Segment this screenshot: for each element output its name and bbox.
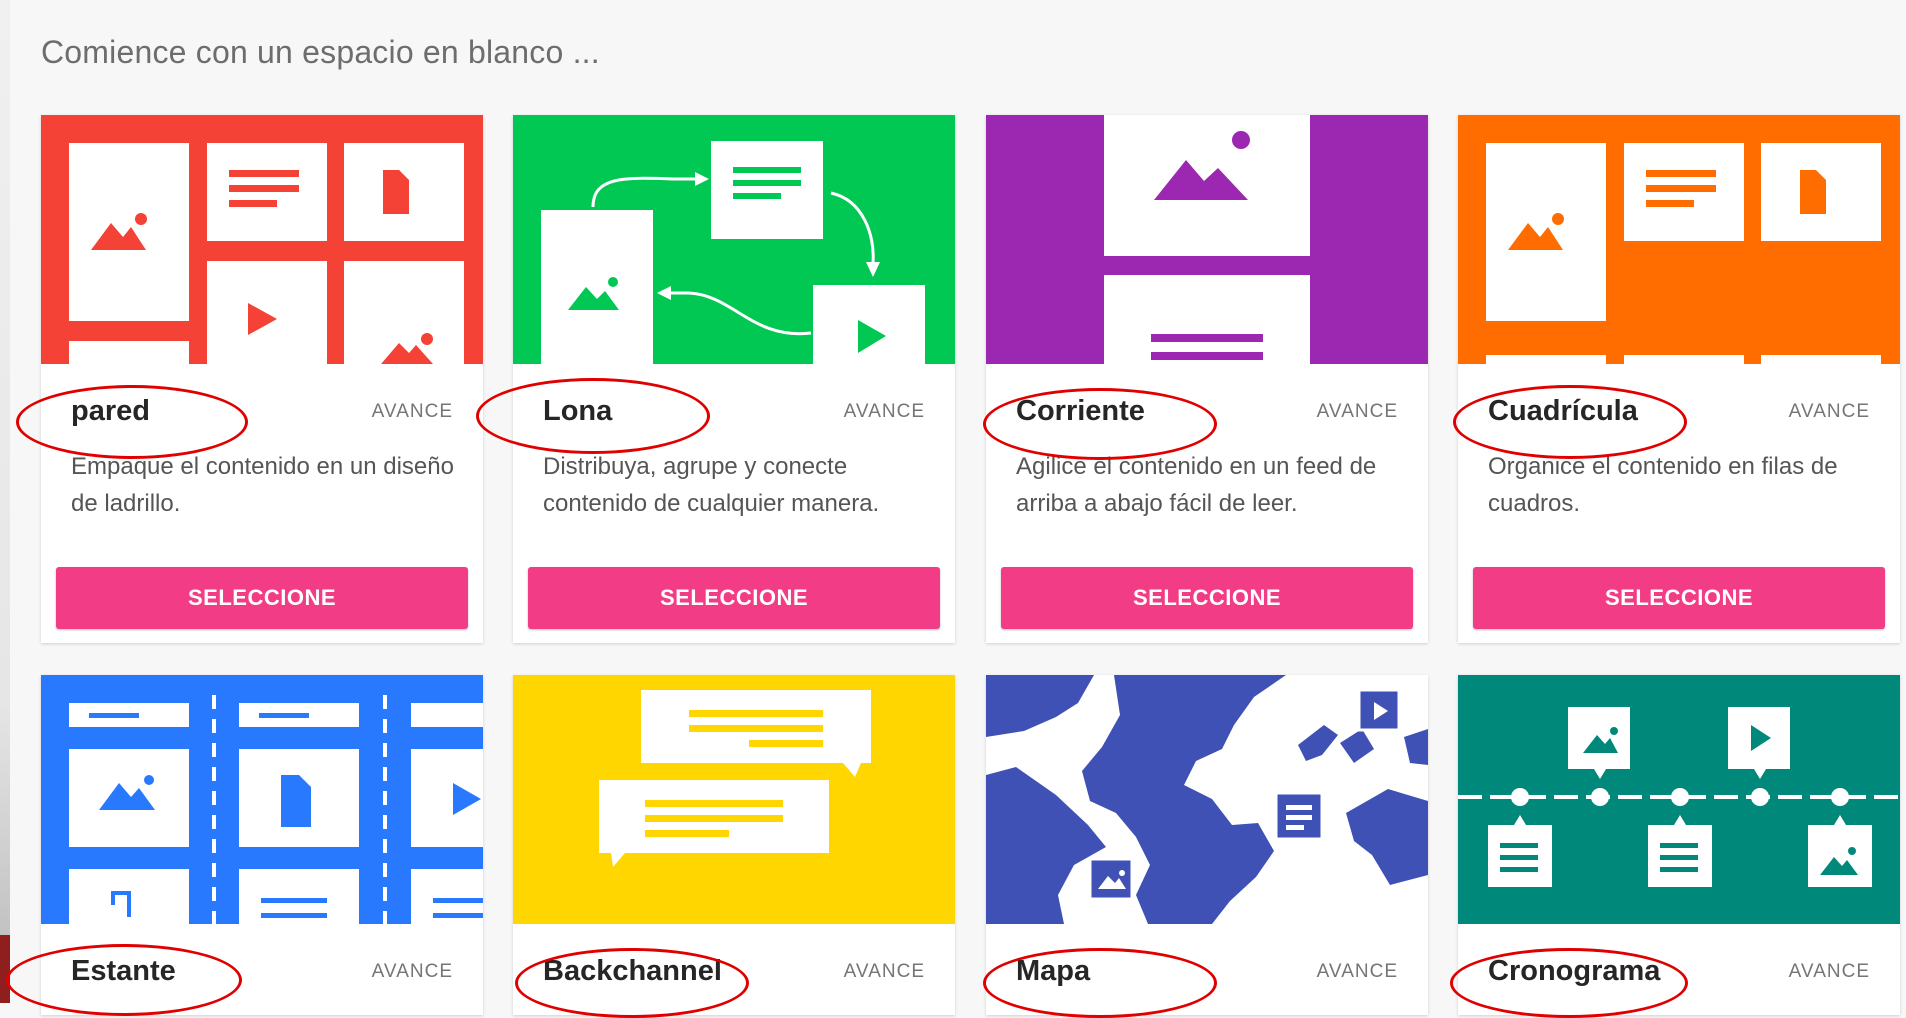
card-description: Distribuya, agrupe y conecte contenido d… [543, 453, 880, 517]
preview-link[interactable]: AVANCE [1789, 961, 1870, 983]
shelf-illustration [41, 675, 483, 924]
canvas-illustration [513, 115, 955, 364]
layout-card-cronograma[interactable]: Cronograma AVANCE [1458, 675, 1900, 1015]
window-edge [0, 0, 10, 1003]
stream-illustration [986, 115, 1428, 364]
select-button[interactable]: SELECCIONE [528, 567, 940, 629]
preview-link[interactable]: AVANCE [1317, 401, 1398, 423]
layout-card-estante[interactable]: Estante AVANCE [41, 675, 483, 1015]
backchannel-illustration [513, 675, 955, 924]
card-title: Cronograma [1488, 955, 1661, 987]
card-description: Empaque el contenido en un diseño de lad… [71, 453, 454, 517]
card-title: Mapa [1016, 955, 1091, 987]
layout-card-backchannel[interactable]: Backchannel AVANCE [513, 675, 955, 1015]
card-title: Cuadrícula [1488, 395, 1638, 427]
page-heading: Comience con un espacio en blanco ... [41, 34, 600, 70]
timeline-illustration [1458, 675, 1900, 924]
grid-illustration [1458, 115, 1900, 364]
card-description: Organice el contenido en filas de cuadro… [1488, 453, 1838, 517]
card-description: Agilice el contenido en un feed de arrib… [1016, 453, 1377, 517]
preview-link[interactable]: AVANCE [1789, 401, 1870, 423]
card-title: Corriente [1016, 395, 1145, 427]
layout-card-corriente[interactable]: Corriente AVANCE Agilice el contenido en… [986, 115, 1428, 643]
preview-link[interactable]: AVANCE [372, 961, 453, 983]
map-illustration [986, 675, 1428, 924]
preview-link[interactable]: AVANCE [844, 961, 925, 983]
select-button[interactable]: SELECCIONE [1001, 567, 1413, 629]
preview-link[interactable]: AVANCE [372, 401, 453, 423]
card-title: Estante [71, 955, 176, 987]
layout-card-pared[interactable]: pared AVANCE Empaque el contenido en un … [41, 115, 483, 643]
select-button[interactable]: SELECCIONE [1473, 567, 1885, 629]
preview-link[interactable]: AVANCE [844, 401, 925, 423]
layout-card-mapa[interactable]: Mapa AVANCE [986, 675, 1428, 1015]
card-title: Backchannel [543, 955, 722, 987]
layout-card-lona[interactable]: Lona AVANCE Distribuya, agrupe y conecte… [513, 115, 955, 643]
preview-link[interactable]: AVANCE [1317, 961, 1398, 983]
layout-card-cuadricula[interactable]: Cuadrícula AVANCE Organice el contenido … [1458, 115, 1900, 643]
card-title: Lona [543, 395, 613, 427]
card-title: pared [71, 395, 150, 427]
select-button[interactable]: SELECCIONE [56, 567, 468, 629]
wall-illustration [41, 115, 483, 364]
